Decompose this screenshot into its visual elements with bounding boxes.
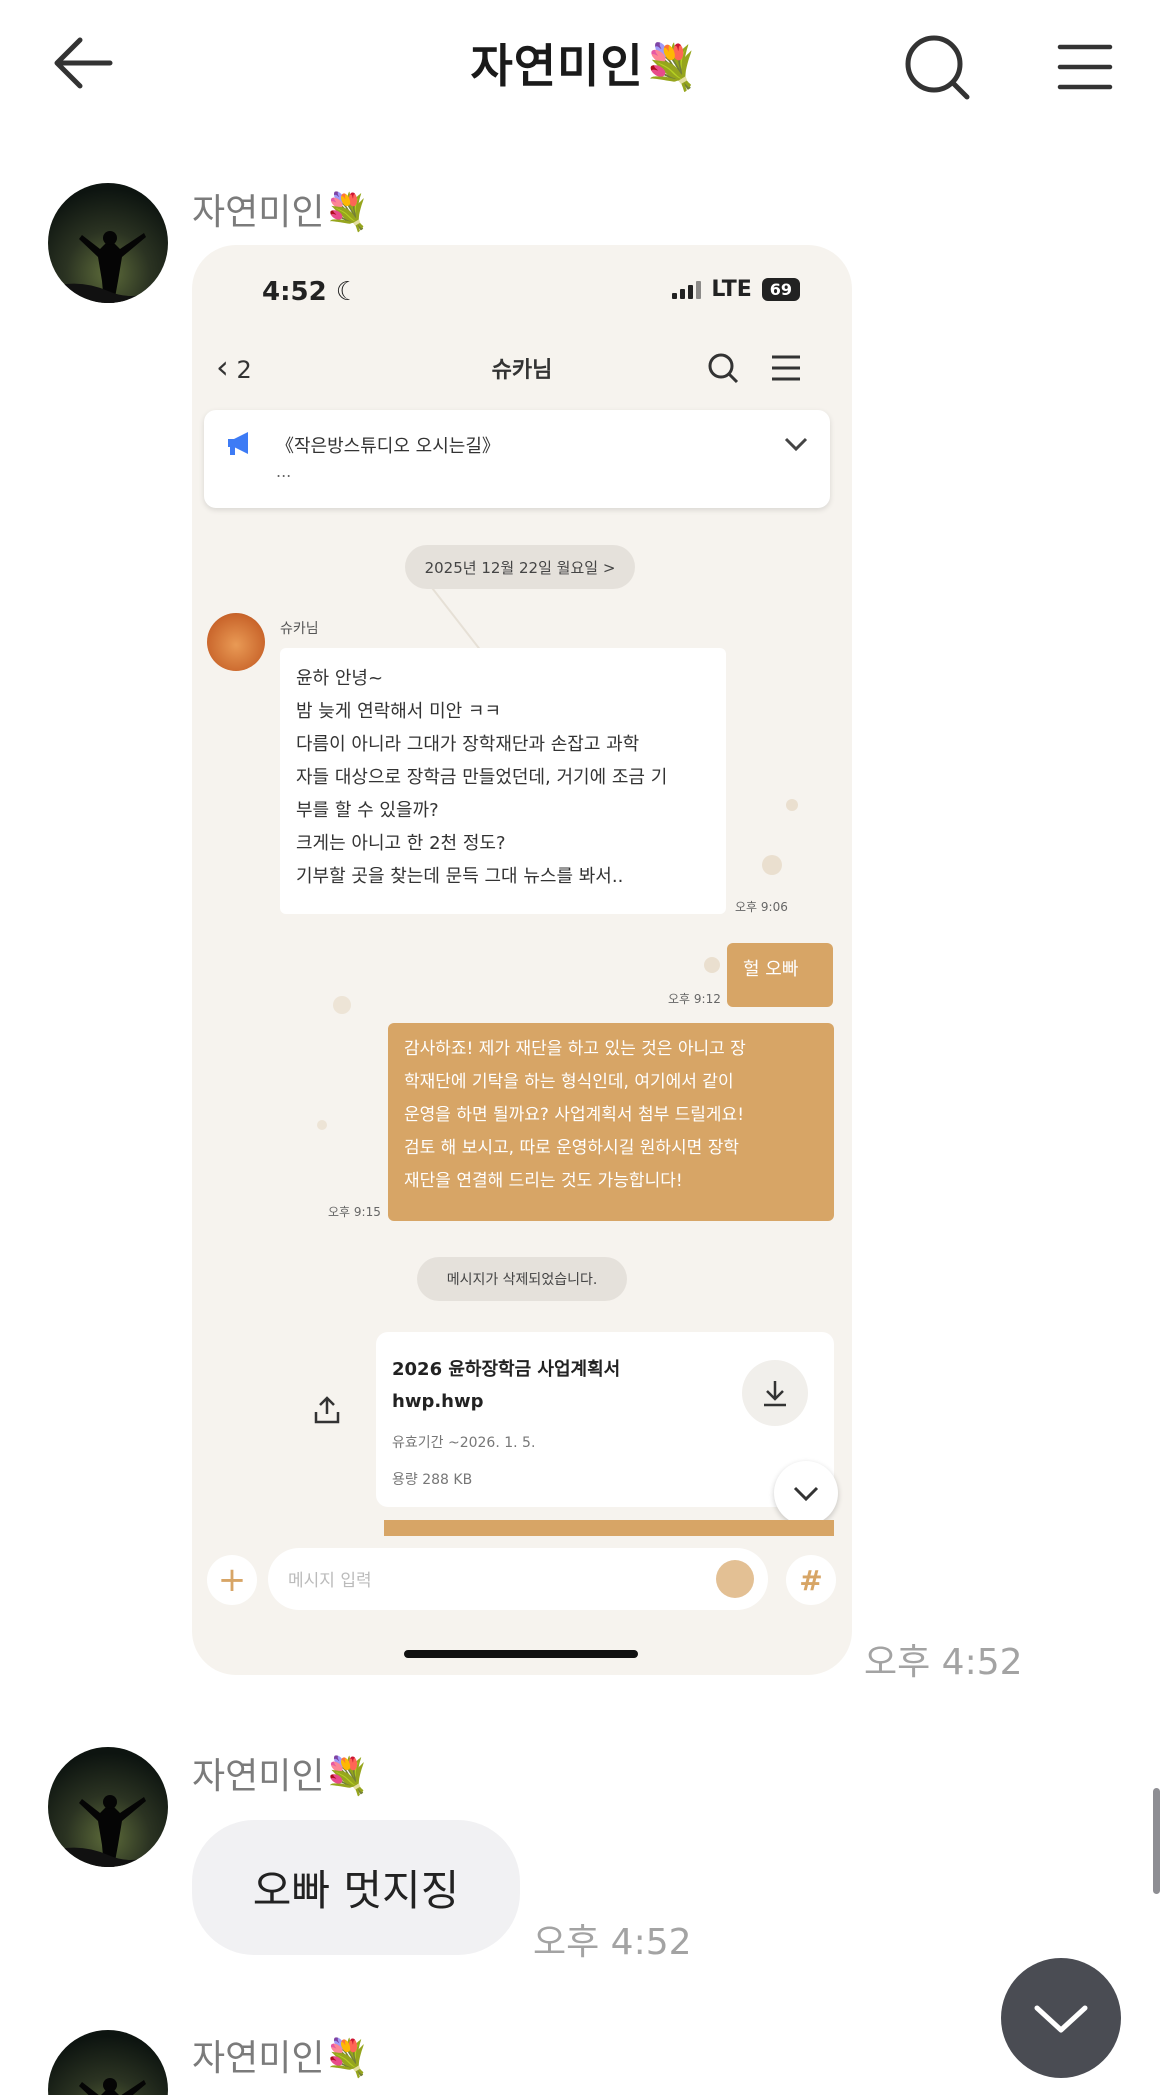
avatar[interactable] [48,1747,168,1867]
inner-incoming-bubble: 윤하 안녕~ 밤 늦게 연락해서 미안 ㅋㅋ 다름이 아니라 그대가 장학재단과… [280,648,726,914]
inner-chat-header: ‹ 2 슈카님 [192,340,852,400]
search-icon [905,35,970,100]
notice-subtext: ... [276,462,292,481]
deleted-message-notice: 메시지가 삭제되었습니다. [417,1257,627,1301]
message-time: 오후 4:52 [864,1642,1023,1683]
chevron-down-icon [1034,2005,1088,2033]
inner-input-placeholder: 메시지 입력 [288,1571,372,1591]
top-bar: 자연미인💐 [0,0,1170,130]
inner-reply-time: 오후 9:12 [668,992,721,1006]
message-time: 오후 4:52 [533,1922,692,1963]
avatar-silhouette-image [48,183,168,303]
inner-next-bubble-edge [384,1520,834,1536]
file-validity: 유효기간 ~2026. 1. 5. [392,1435,536,1451]
hashtag-icon: # [786,1555,836,1605]
battery-icon: 69 [761,278,800,301]
search-button[interactable] [900,30,976,106]
inner-file-card: 2026 윤하장학금 사업계획서 hwp.hwp 유효기간 ~2026. 1. … [376,1332,834,1507]
inner-menu-icon [772,355,800,381]
inner-chat-title: 슈카님 [491,358,553,383]
scroll-to-bottom-button[interactable] [1001,1958,1121,2078]
avatar[interactable] [48,2030,168,2095]
phone-status-indicators: LTE 69 [672,277,800,302]
phone-status-time: 4:52 ☾ [262,277,360,307]
inner-reply-bubble-long: 감사하죠! 제가 재단을 하고 있는 것은 아니고 장 학재단에 기탁을 하는 … [388,1023,834,1221]
avatar[interactable] [48,183,168,303]
home-indicator [404,1650,638,1658]
inner-avatar [207,613,265,671]
bouquet-emoji: 💐 [643,42,700,93]
date-chip: 2025년 12월 22일 월요일 > [405,545,635,589]
inner-incoming-time: 오후 9:06 [735,900,788,914]
sender-name: 자연미인💐 [192,192,370,233]
chat-title-text: 자연미인 [470,39,644,93]
hamburger-menu-icon [1057,44,1113,90]
file-size: 용량 288 KB [392,1472,473,1488]
network-label: LTE [711,277,752,302]
menu-button[interactable] [1050,32,1120,102]
inner-search-icon [708,353,739,384]
signal-icon [672,280,702,299]
chevron-down-icon [784,437,808,452]
sender-name: 자연미인💐 [192,1756,370,1797]
file-name: 2026 윤하장학금 사업계획서 hwp.hwp [392,1359,621,1412]
inner-reply-bubble: 헐 오빠 [727,943,833,1007]
avatar-silhouette-image [48,2030,168,2095]
inner-sender-name: 슈카님 [280,621,319,637]
sender-name: 자연미인💐 [192,2038,370,2079]
inner-plus-icon: + [207,1555,257,1605]
avatar-silhouette-image [48,1747,168,1867]
emoji-icon [716,1560,754,1598]
chat-title: 자연미인💐 [0,30,1170,96]
scrollbar-thumb[interactable] [1153,1788,1160,1894]
inner-notice-banner: 《작은방스튜디오 오시는길》 ... [204,410,830,508]
inner-message-input: 메시지 입력 [268,1548,768,1610]
inner-reply-long-time: 오후 9:15 [328,1205,381,1219]
share-icon [307,1390,347,1430]
inner-scroll-down-icon [774,1461,838,1525]
shared-screenshot-image[interactable]: 4:52 ☾ LTE 69 ‹ 2 슈카님 《작은방스튜디오 오시는길》 ...… [192,245,852,1675]
notice-text: 《작은방스튜디오 오시는길》 [276,436,500,457]
megaphone-icon [228,432,248,455]
download-icon [742,1360,808,1426]
message-bubble[interactable]: 오빠 멋지징 [192,1820,520,1955]
